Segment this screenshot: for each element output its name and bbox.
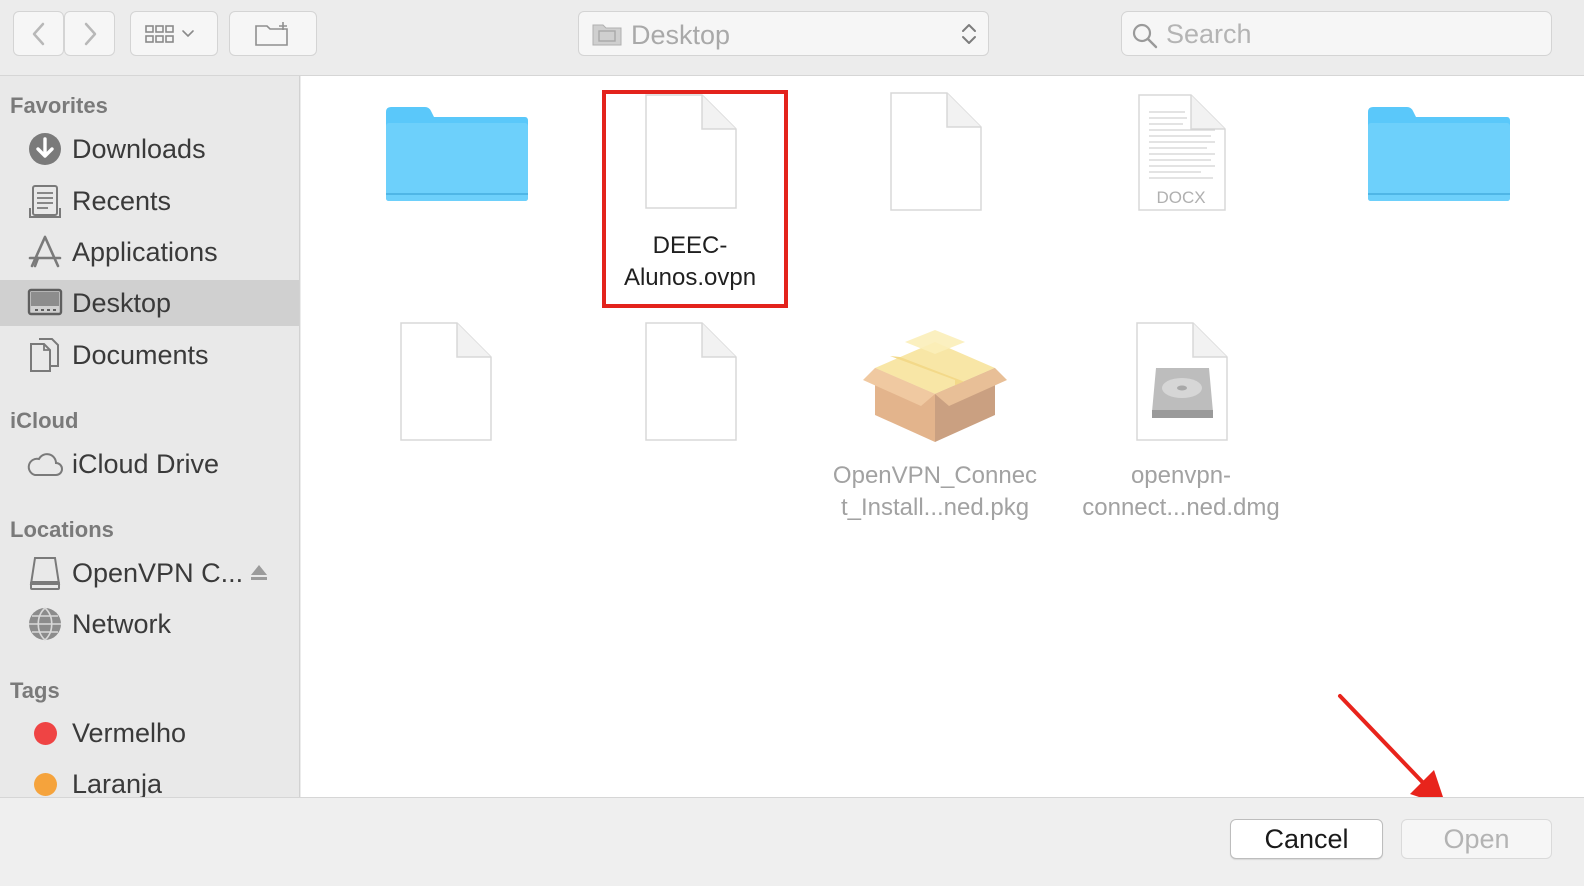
document-icon (400, 322, 492, 441)
location-label: Desktop (631, 20, 731, 50)
icloud-section-title: iCloud (10, 408, 79, 433)
cloud-icon (27, 453, 63, 476)
location-popup[interactable]: Desktop (578, 11, 989, 56)
documents-icon (30, 338, 59, 372)
downloads-icon (29, 133, 61, 165)
disk-image-icon (1136, 322, 1228, 441)
applications-icon (28, 235, 62, 268)
red-tag-dot-icon (34, 722, 57, 745)
package-box-icon (863, 330, 1007, 442)
view-options-button[interactable] (130, 11, 218, 56)
docx-file-icon (1138, 94, 1226, 211)
file-item-openvpn-pkg[interactable]: OpenVPN_Connec t_Install...ned.pkg (815, 320, 1055, 535)
file-item-docx[interactable]: DOCX (1061, 90, 1301, 305)
disk-icon (29, 557, 61, 590)
document-icon (645, 322, 737, 441)
orange-tag-dot-icon (34, 773, 57, 796)
locations-section-title: Locations (10, 517, 114, 542)
tags-section-title: Tags (10, 678, 60, 703)
folder-icon (1368, 107, 1510, 201)
sidebar-item-openvpn-disk[interactable]: OpenVPN C... (0, 550, 299, 596)
sidebar-item-applications[interactable]: Applications (0, 229, 299, 275)
recents-icon (29, 185, 61, 218)
desktop-icon (27, 288, 63, 316)
sidebar-item-downloads[interactable]: Downloads (0, 126, 299, 172)
icon-grid-icon (145, 24, 194, 43)
desktop-folder-icon (592, 24, 622, 46)
search-icon (1132, 23, 1158, 49)
sidebar-item-network[interactable]: Network (0, 601, 299, 647)
file-item-document-2[interactable] (325, 320, 565, 535)
sidebar-item-tag-vermelho[interactable]: Vermelho (0, 710, 299, 756)
new-folder-icon (255, 21, 288, 46)
file-item-folder-1[interactable] (325, 90, 565, 305)
file-item-folder-2[interactable] (1307, 90, 1547, 305)
document-icon (890, 92, 982, 211)
back-button[interactable] (13, 11, 64, 56)
sidebar-item-icloud-drive[interactable]: iCloud Drive (0, 441, 299, 487)
new-folder-button[interactable] (229, 11, 317, 56)
file-item-document-3[interactable] (570, 320, 810, 535)
file-item-openvpn-dmg[interactable]: openvpn- connect...ned.dmg (1061, 320, 1301, 535)
forward-button[interactable] (64, 11, 115, 56)
search-input[interactable] (1166, 19, 1536, 49)
sidebar-item-desktop[interactable]: Desktop (0, 280, 299, 326)
file-browser-grid: DEEC- Alunos.ovpn DOCX OpenVPN_Connec t_… (301, 76, 1584, 797)
chevron-right-icon (84, 22, 96, 45)
cancel-button[interactable]: Cancel (1230, 819, 1383, 859)
search-field[interactable] (1121, 11, 1552, 56)
open-button[interactable]: Open (1401, 819, 1552, 859)
docx-badge: DOCX (1156, 188, 1206, 207)
sidebar-item-documents[interactable]: Documents (0, 332, 299, 378)
folder-icon (386, 107, 528, 201)
dialog-footer: Cancel Open (0, 797, 1584, 886)
sidebar-item-tag-laranja[interactable]: Laranja (0, 761, 299, 797)
sidebar-item-recents[interactable]: Recents (0, 178, 299, 224)
file-item-document-1[interactable] (815, 90, 1055, 305)
favorites-section-title: Favorites (10, 93, 108, 118)
toolbar: Desktop (0, 0, 1584, 76)
chevron-left-icon (32, 22, 44, 45)
file-name: openvpn- connect...ned.dmg (1082, 462, 1280, 521)
updown-chevron-icon (962, 24, 976, 44)
eject-icon[interactable] (248, 562, 270, 584)
file-name: OpenVPN_Connec t_Install...ned.pkg (832, 462, 1038, 521)
sidebar: Favorites Downloads Recents Applications… (0, 76, 300, 797)
selection-highlight-box (602, 90, 788, 308)
network-icon (29, 607, 61, 641)
